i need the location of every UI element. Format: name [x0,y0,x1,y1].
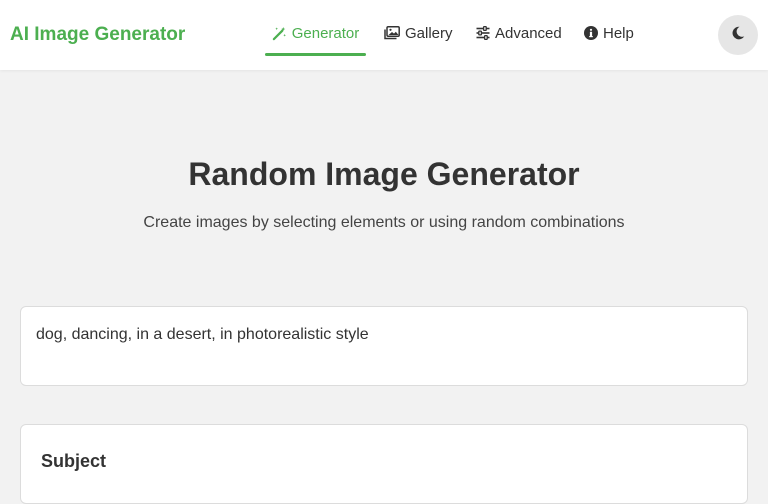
info-circle-icon [584,26,598,40]
nav-tab-help[interactable]: Help [584,14,634,56]
moon-icon [731,26,745,45]
prompt-text: dog, dancing, in a desert, in photoreali… [36,326,369,343]
images-icon [384,26,400,40]
nav-tab-label: Gallery [405,25,453,42]
prompt-output-box[interactable]: dog, dancing, in a desert, in photoreali… [20,306,748,386]
nav-tab-gallery[interactable]: Gallery [384,14,453,56]
magic-wand-icon [272,26,287,41]
active-tab-indicator [265,53,366,56]
nav-tab-label: Advanced [495,25,562,42]
app-logo-text[interactable]: AI Image Generator [10,24,185,46]
nav-tab-generator[interactable]: Generator [265,14,366,56]
nav-tab-label: Generator [291,25,360,42]
nav-tab-label: Help [603,25,634,42]
subject-section-card: Subject [20,424,748,504]
theme-toggle-button[interactable] [718,15,758,55]
top-navbar: AI Image Generator Generator Gallery Adv… [0,0,768,70]
page-title: Random Image Generator [188,156,580,192]
section-heading: Subject [41,451,107,471]
nav-tab-advanced[interactable]: Advanced [476,14,562,56]
page-subtitle: Create images by selecting elements or u… [143,214,625,231]
sliders-icon [476,26,490,40]
